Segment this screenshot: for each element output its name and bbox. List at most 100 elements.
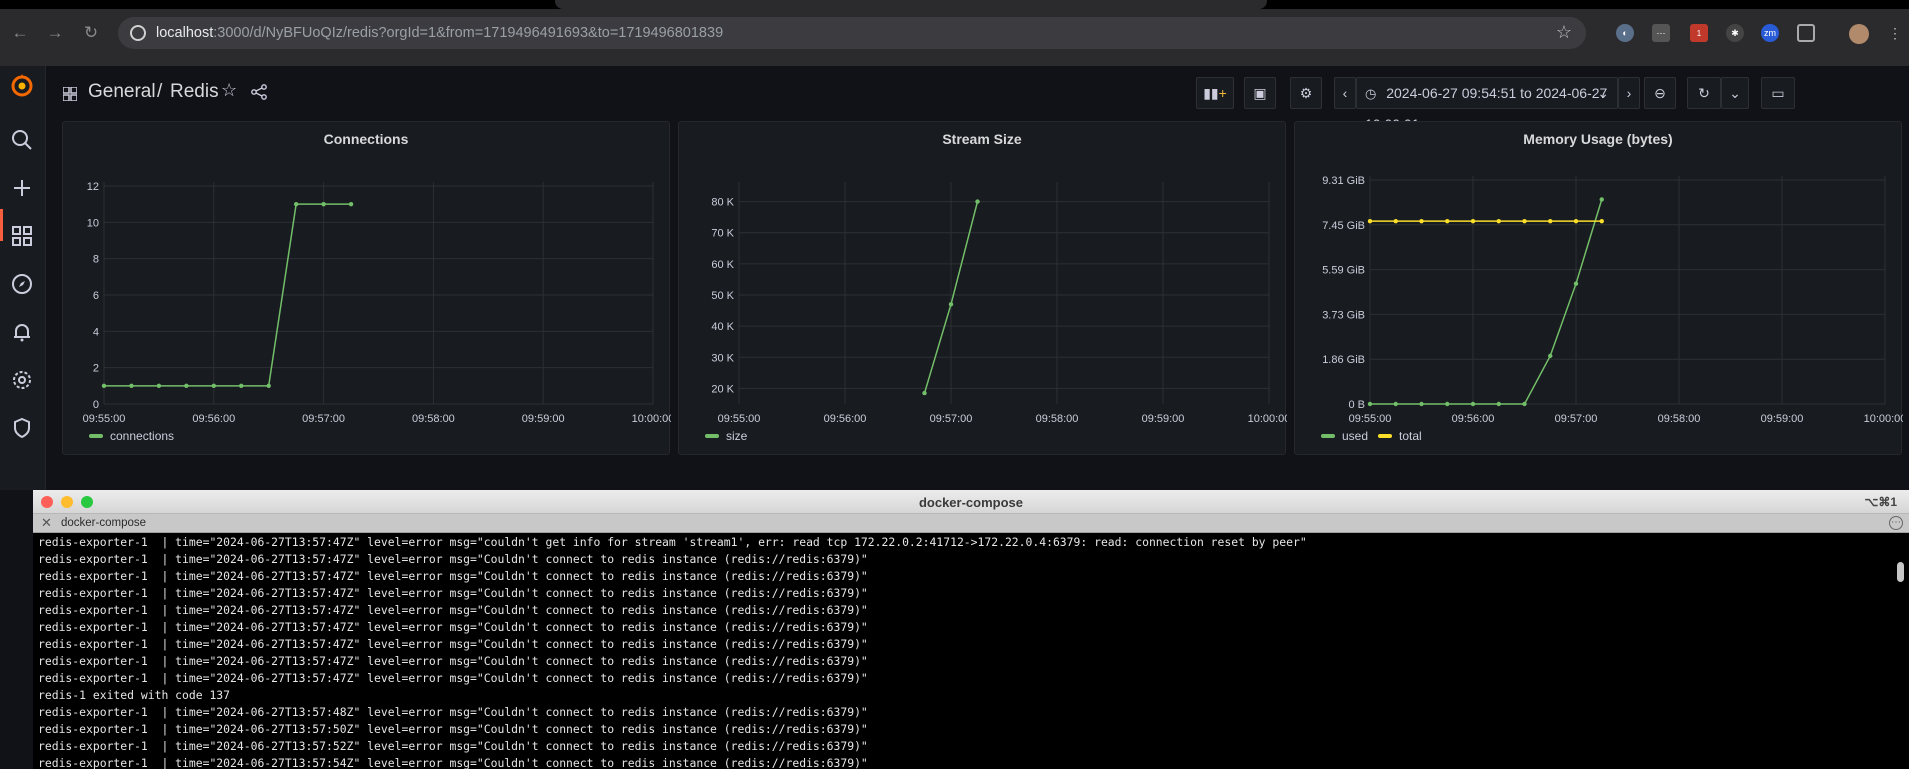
settings-gear-icon: ⚙ <box>1299 85 1313 101</box>
data-point[interactable] <box>922 390 927 396</box>
monitor-icon: ▭ <box>1771 85 1785 101</box>
profile-avatar[interactable] <box>1849 24 1869 44</box>
active-tab[interactable] <box>555 0 1267 9</box>
data-point[interactable] <box>1419 218 1424 224</box>
terminal-line: redis-1 exited with code 137 <box>38 688 231 702</box>
legend-item-size[interactable]: size <box>705 429 747 443</box>
legend-item-connections[interactable]: connections <box>89 429 174 443</box>
data-point[interactable] <box>1548 353 1553 359</box>
site-info-icon[interactable] <box>130 25 146 41</box>
data-point[interactable] <box>293 201 299 207</box>
chart-legend: used total <box>1321 429 1432 443</box>
tab-label[interactable]: docker-compose <box>61 517 146 529</box>
forward-icon[interactable]: → <box>44 22 66 44</box>
data-point[interactable] <box>1522 401 1527 407</box>
data-point[interactable] <box>239 383 244 389</box>
zoom-out-button[interactable]: ⊖ <box>1644 77 1676 109</box>
url-text[interactable]: localhost:3000/d/NyBFUoQIz/redis?orgId=1… <box>156 25 723 41</box>
favorite-star-icon[interactable]: ☆ <box>221 80 237 101</box>
series-line-used[interactable] <box>1370 199 1603 405</box>
reload-icon[interactable]: ↻ <box>80 22 102 44</box>
tv-mode-button[interactable]: ▭ <box>1761 77 1795 109</box>
data-point[interactable] <box>321 201 326 207</box>
time-shift-forward-button[interactable]: › <box>1618 77 1640 109</box>
data-point[interactable] <box>101 383 107 389</box>
refresh-interval-dropdown[interactable]: ⌄ <box>1721 77 1749 109</box>
time-range-picker[interactable]: ◷ 2024-06-27 09:54:51 to 2024-06-27 10:0… <box>1356 77 1618 132</box>
puzzle-icon[interactable] <box>1797 24 1815 42</box>
browser-menu-icon[interactable]: ⋮ <box>1886 24 1904 42</box>
address-bar[interactable]: localhost:3000/d/NyBFUoQIz/redis?orgId=1… <box>118 17 1586 49</box>
new-tab-icon[interactable]: ⋯ <box>1889 516 1903 530</box>
extension-menu-icon[interactable]: ⋯ <box>1652 24 1670 42</box>
data-point[interactable] <box>948 302 954 307</box>
configuration-gear-icon[interactable] <box>10 368 34 392</box>
legend-item-total[interactable]: total <box>1378 429 1422 443</box>
terminal-scrollbar[interactable] <box>1897 562 1904 582</box>
close-tab-icon[interactable]: ✕ <box>41 515 52 531</box>
data-point[interactable] <box>1496 401 1501 407</box>
data-point[interactable] <box>211 383 216 389</box>
terminal-output[interactable]: redis-exporter-1 | time="2024-06-27T13:5… <box>38 534 1888 769</box>
grafana-sidemenu <box>0 66 46 490</box>
dashboards-icon[interactable] <box>10 224 34 248</box>
extension-badge-icon[interactable]: 1 <box>1690 24 1708 42</box>
panel-stream-size[interactable]: Stream Size 20 K 30 K 40 K 50 K 60 K 70 K 80 K… <box>678 121 1287 455</box>
data-point[interactable] <box>1573 281 1579 286</box>
data-point[interactable] <box>1445 218 1450 224</box>
zoom-extension-icon[interactable]: zm <box>1761 24 1779 42</box>
save-dashboard-button[interactable]: ▣ <box>1244 77 1276 109</box>
data-point[interactable] <box>1599 218 1604 224</box>
y-tick-label: 60 K <box>711 259 734 271</box>
data-point[interactable] <box>348 201 354 207</box>
data-point[interactable] <box>1367 401 1373 407</box>
extension-gear-icon[interactable]: ✱ <box>1726 24 1744 42</box>
data-point[interactable] <box>1393 218 1398 224</box>
bookmark-star-icon[interactable]: ☆ <box>1556 22 1572 43</box>
dashboard-settings-button[interactable]: ⚙ <box>1290 77 1322 109</box>
back-icon[interactable]: ← <box>9 22 31 44</box>
data-point[interactable] <box>1573 218 1579 224</box>
y-tick-label: 2 <box>93 363 99 375</box>
data-point[interactable] <box>266 383 271 389</box>
x-tick-label: 09:57:00 <box>302 413 345 422</box>
refresh-icon: ↻ <box>1698 85 1710 101</box>
data-point[interactable] <box>975 199 980 204</box>
grafana-logo-icon[interactable] <box>9 72 35 98</box>
share-icon[interactable] <box>251 84 267 100</box>
extension-icon[interactable]: ◐ <box>1616 24 1634 42</box>
add-panel-button[interactable]: ▮▮+ <box>1196 77 1234 109</box>
explore-compass-icon[interactable] <box>10 272 34 296</box>
data-point[interactable] <box>1393 401 1398 407</box>
x-tick-label: 09:58:00 <box>1658 413 1701 422</box>
data-point[interactable] <box>184 383 189 389</box>
data-point[interactable] <box>1548 218 1553 224</box>
search-icon[interactable] <box>10 128 34 152</box>
terminal-tab[interactable]: ✕ docker-compose ⋯ <box>33 514 1909 533</box>
data-point[interactable] <box>1470 218 1476 224</box>
shield-icon[interactable] <box>10 416 34 440</box>
time-shift-back-button[interactable]: ‹ <box>1334 77 1356 109</box>
alerting-bell-icon[interactable] <box>10 320 34 344</box>
breadcrumb-folder[interactable]: General <box>88 81 156 103</box>
dashboard-title[interactable]: Redis <box>170 81 219 103</box>
plus-icon[interactable] <box>10 176 34 200</box>
panel-memory-usage[interactable]: Memory Usage (bytes) 0 B 1.86 GiB 3.73 GiB… <box>1294 121 1903 455</box>
legend-item-used[interactable]: used <box>1321 429 1368 443</box>
panel-connections[interactable]: Connections 0 2 4 6 8 10 12 09:55:00 09:56:00 09:… <box>62 121 671 455</box>
data-point[interactable] <box>1445 401 1450 407</box>
data-point[interactable] <box>1470 401 1476 407</box>
data-point[interactable] <box>129 383 134 389</box>
x-tick-label: 09:59:00 <box>1761 413 1804 422</box>
data-point[interactable] <box>1496 218 1501 224</box>
data-point[interactable] <box>1599 197 1604 202</box>
dashboard-grid-icon[interactable] <box>63 87 77 101</box>
data-point[interactable] <box>156 383 162 389</box>
refresh-button[interactable]: ↻ <box>1687 77 1721 109</box>
window-shortcut: ⌥⌘1 <box>1864 495 1897 509</box>
data-point[interactable] <box>1522 218 1527 224</box>
y-tick-label: 6 <box>93 290 99 302</box>
data-point[interactable] <box>1367 218 1373 224</box>
data-point[interactable] <box>1419 401 1424 407</box>
x-tick-label: 09:59:00 <box>1142 413 1185 422</box>
